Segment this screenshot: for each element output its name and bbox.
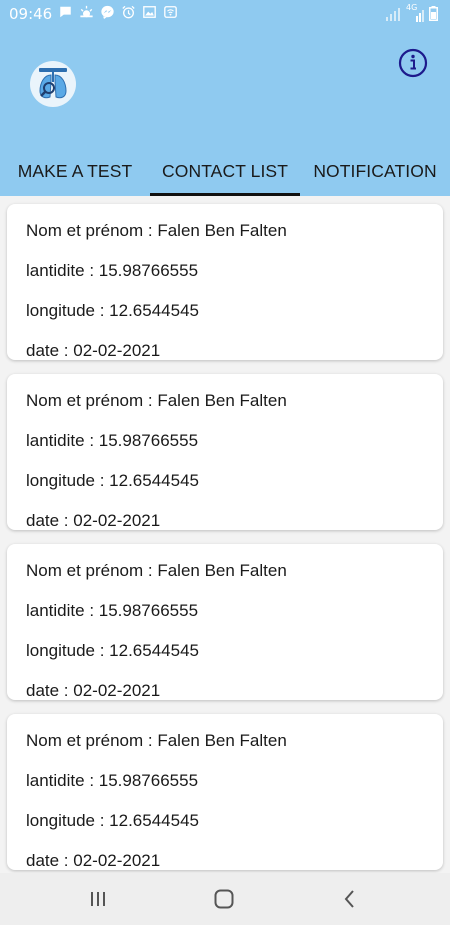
lungs-logo-icon <box>31 62 75 106</box>
contact-date: date : 02-02-2021 <box>26 341 161 360</box>
contact-name: Nom et prénom : Falen Ben Falten <box>26 561 287 580</box>
navigation-bar <box>0 873 450 925</box>
contact-date: date : 02-02-2021 <box>26 511 161 530</box>
app-header: MAKE A TEST CONTACT LIST NOTIFICATION <box>0 28 450 196</box>
contact-card[interactable]: Nom et prénom : Falen Ben Falten lantidi… <box>7 204 443 360</box>
contact-latitude: lantidite : 15.98766555 <box>26 601 199 620</box>
tab-label: CONTACT LIST <box>162 160 288 181</box>
4g-signal-icon <box>416 10 424 22</box>
contact-card[interactable]: Nom et prénom : Falen Ben Falten lantidi… <box>7 714 443 870</box>
contact-name: Nom et prénom : Falen Ben Falten <box>26 221 287 240</box>
home-icon <box>214 889 234 909</box>
system-status-icons: 4G <box>385 3 438 22</box>
recent-apps-icon <box>91 892 105 906</box>
image-icon <box>143 6 156 18</box>
alarm-icon <box>122 5 135 19</box>
contact-longitude: longitude : 12.6544545 <box>26 811 199 830</box>
battery-icon <box>429 6 438 21</box>
status-bar: 09:46 4G <box>0 0 450 28</box>
weather-icon <box>80 5 93 18</box>
contact-name: Nom et prénom : Falen Ben Falten <box>26 391 287 410</box>
contact-longitude: longitude : 12.6544545 <box>26 301 199 320</box>
contact-card[interactable]: Nom et prénom : Falen Ben Falten lantidi… <box>7 374 443 530</box>
notification-icons <box>58 5 178 19</box>
contact-date: date : 02-02-2021 <box>26 851 161 870</box>
tab-label: NOTIFICATION <box>313 160 437 181</box>
tab-bar: MAKE A TEST CONTACT LIST NOTIFICATION <box>0 146 450 196</box>
signal-icon <box>386 8 400 21</box>
info-button[interactable] <box>398 48 428 78</box>
info-icon <box>398 48 428 78</box>
tab-make-a-test[interactable]: MAKE A TEST <box>0 146 150 196</box>
tab-label: MAKE A TEST <box>17 160 133 181</box>
contact-list[interactable]: Nom et prénom : Falen Ben Falten lantidi… <box>0 196 450 873</box>
contact-name: Nom et prénom : Falen Ben Falten <box>26 731 287 750</box>
contact-date: date : 02-02-2021 <box>26 681 161 700</box>
status-time: 09:46 <box>9 5 53 23</box>
chat-bubble-icon <box>60 6 71 18</box>
app-screen: 09:46 4G MAKE A TEST CONTACT LIST NOTIFI… <box>0 0 450 925</box>
contact-latitude: lantidite : 15.98766555 <box>26 771 199 790</box>
back-button[interactable] <box>338 887 362 911</box>
contact-latitude: lantidite : 15.98766555 <box>26 261 199 280</box>
app-logo <box>30 61 76 107</box>
home-button[interactable] <box>212 887 236 911</box>
contact-card[interactable]: Nom et prénom : Falen Ben Falten lantidi… <box>7 544 443 700</box>
contact-longitude: longitude : 12.6544545 <box>26 641 199 660</box>
contact-latitude: lantidite : 15.98766555 <box>26 431 199 450</box>
wifi-calling-icon <box>164 6 177 18</box>
messenger-icon <box>101 5 114 19</box>
tab-notification[interactable]: NOTIFICATION <box>300 146 450 196</box>
recent-apps-button[interactable] <box>86 887 110 911</box>
back-icon <box>344 890 354 908</box>
tab-contact-list[interactable]: CONTACT LIST <box>150 146 300 196</box>
contact-longitude: longitude : 12.6544545 <box>26 471 199 490</box>
